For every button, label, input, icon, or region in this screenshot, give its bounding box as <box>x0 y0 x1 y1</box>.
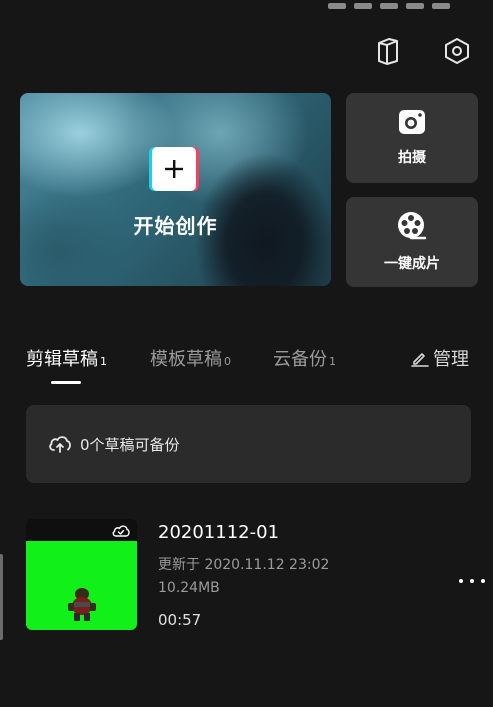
start-creation-label: 开始创作 <box>133 214 218 238</box>
shoot-label: 拍摄 <box>398 150 426 166</box>
active-tab-indicator <box>51 381 81 384</box>
one-click-video-button[interactable]: 一键成片 <box>346 197 478 287</box>
manage-button[interactable]: 管理 <box>411 345 469 371</box>
tab-count: 0 <box>224 355 231 368</box>
film-reel-icon <box>397 211 427 245</box>
book-icon[interactable] <box>371 34 405 68</box>
tab-template-drafts[interactable]: 模板草稿 0 <box>150 345 231 371</box>
backup-text: 0个草稿可备份 <box>80 435 180 454</box>
edge-drag-handle[interactable] <box>0 554 3 640</box>
settings-hexagon-icon[interactable] <box>440 34 474 68</box>
edit-pencil-icon <box>411 349 429 367</box>
character-figure <box>66 585 98 627</box>
draft-duration: 00:57 <box>158 611 202 629</box>
draft-title: 20201112-01 <box>158 522 280 543</box>
tab-label: 云备份 <box>273 349 327 370</box>
tab-edit-drafts[interactable]: 剪辑草稿 1 <box>26 345 107 371</box>
draft-thumbnail[interactable] <box>26 519 137 630</box>
cloud-upload-icon <box>48 434 72 454</box>
status-bar <box>328 0 493 9</box>
tab-cloud-backup[interactable]: 云备份 1 <box>273 345 336 371</box>
draft-size: 10.24MB <box>158 580 220 596</box>
plus-icon <box>152 147 196 191</box>
cloud-synced-icon <box>111 523 131 542</box>
more-options-icon[interactable] <box>458 565 486 590</box>
backup-banner[interactable]: 0个草稿可备份 <box>26 405 471 483</box>
tab-count: 1 <box>329 355 336 368</box>
tab-count: 1 <box>100 355 107 368</box>
tab-label: 模板草稿 <box>150 349 222 370</box>
camera-icon <box>398 109 426 139</box>
draft-updated-time: 更新于 2020.11.12 23:02 <box>158 557 330 573</box>
start-creation-card[interactable]: 开始创作 <box>20 93 331 286</box>
manage-label: 管理 <box>433 349 469 370</box>
one-click-video-label: 一键成片 <box>384 256 440 272</box>
tab-label: 剪辑草稿 <box>26 349 98 370</box>
shoot-button[interactable]: 拍摄 <box>346 93 478 183</box>
